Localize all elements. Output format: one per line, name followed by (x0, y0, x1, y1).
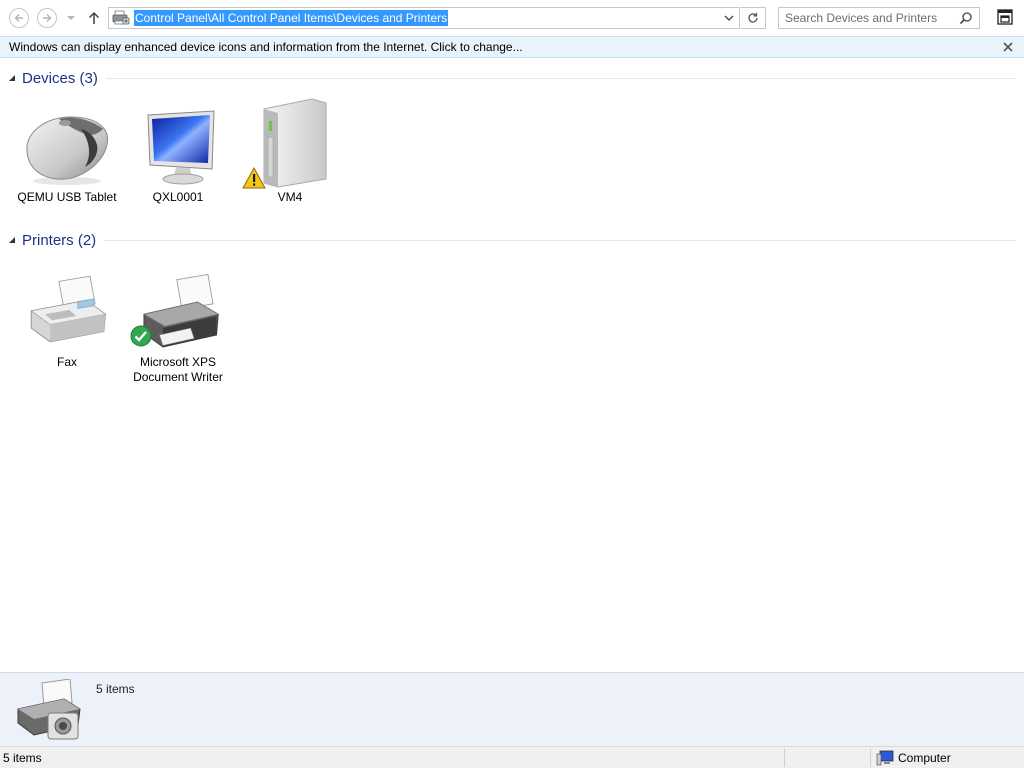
search-box[interactable] (778, 7, 980, 29)
printer-fax[interactable]: Fax (16, 271, 118, 370)
status-bar: 5 items Computer (0, 746, 1024, 768)
monitor-icon (147, 110, 215, 185)
window-restore-icon (997, 9, 1013, 25)
up-button[interactable] (85, 9, 103, 27)
back-button[interactable] (9, 8, 29, 28)
restore-window-button[interactable] (995, 7, 1015, 27)
status-divider (784, 749, 785, 767)
chevron-down-icon (67, 15, 75, 20)
refresh-icon (748, 12, 758, 23)
devices-printers-icon (17, 679, 81, 740)
address-path[interactable]: Control Panel\All Control Panel Items\De… (134, 10, 449, 26)
collapse-caret-icon[interactable] (8, 74, 16, 82)
group-divider (105, 77, 1016, 79)
infobar-message[interactable]: Windows can display enhanced device icon… (9, 40, 523, 54)
refresh-button[interactable] (741, 7, 766, 29)
warning-icon (242, 167, 266, 189)
close-icon[interactable] (1002, 41, 1014, 53)
information-bar[interactable]: Windows can display enhanced device icon… (0, 36, 1024, 58)
address-history-button[interactable] (723, 11, 735, 25)
arrow-left-icon (14, 14, 23, 22)
search-icon[interactable] (959, 11, 973, 25)
mouse-icon (26, 116, 109, 185)
chevron-down-icon (724, 15, 734, 21)
computer-icon (876, 750, 894, 766)
group-divider (104, 239, 1016, 241)
devices-view: Devices (3) QEMU USB Tablet QXL0001 VM4 … (0, 58, 1024, 672)
recent-locations-button[interactable] (64, 10, 78, 26)
printer-microsoft-xps-document-writer[interactable]: Microsoft XPS Document Writer (127, 271, 229, 385)
navigation-bar: Control Panel\All Control Panel Items\De… (0, 0, 1024, 36)
arrow-up-icon (88, 11, 100, 24)
printer-label: Fax (56, 355, 77, 369)
device-qemu-usb-tablet[interactable]: QEMU USB Tablet (16, 93, 118, 205)
devices-group-title: Devices (3) (22, 69, 98, 87)
devices-printers-icon (111, 8, 131, 28)
fax-icon (29, 275, 106, 343)
device-label: QXL0001 (152, 190, 204, 204)
printers-group-title: Printers (2) (22, 231, 97, 249)
details-item-count: 5 items (96, 682, 135, 696)
device-label: QEMU USB Tablet (17, 190, 117, 204)
forward-button[interactable] (37, 8, 57, 28)
arrow-right-icon (43, 14, 52, 22)
status-item-count: 5 items (3, 751, 42, 765)
device-label: VM4 (277, 190, 303, 204)
status-location: Computer (898, 751, 951, 765)
details-pane: 5 items (0, 672, 1024, 746)
address-bar[interactable]: Control Panel\All Control Panel Items\De… (108, 7, 740, 29)
default-printer-check-icon (130, 325, 152, 347)
collapse-caret-icon[interactable] (8, 236, 16, 244)
printer-label: Microsoft XPS Document Writer (133, 355, 223, 384)
device-qxl0001[interactable]: QXL0001 (127, 93, 229, 205)
devices-group-header[interactable]: Devices (3) (8, 68, 1016, 88)
search-input[interactable] (785, 9, 960, 27)
status-divider (870, 749, 871, 767)
device-vm4[interactable]: VM4 (239, 93, 341, 205)
printers-group-header[interactable]: Printers (2) (8, 230, 1016, 250)
